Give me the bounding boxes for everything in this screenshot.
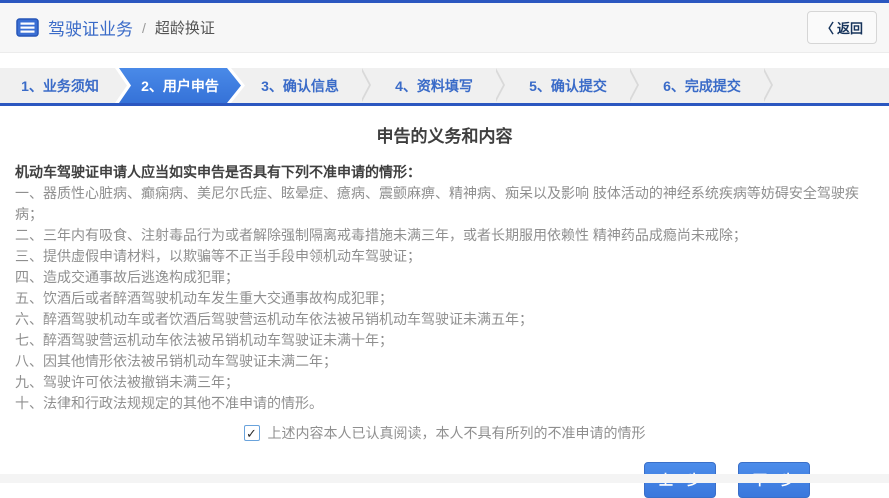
notice-item: 三、提供虚假申请材料，以欺骗等不正当手段申领机动车驾驶证； xyxy=(15,246,874,267)
step-1-business-notice[interactable]: 1、业务须知 xyxy=(0,68,120,103)
notice-item: 十、法律和行政法规规定的其他不准申请的情形。 xyxy=(15,393,874,414)
notice-item: 四、造成交通事故后逃逸构成犯罪； xyxy=(15,267,874,288)
step-3-confirm-info[interactable]: 3、确认信息 xyxy=(240,68,360,103)
page-title: 申告的义务和内容 xyxy=(15,127,874,147)
notice-item: 六、醉酒驾驶机动车或者饮酒后驾驶营运机动车依法被吊销机动车驾驶证未满五年； xyxy=(15,309,874,330)
step-separator-chevron xyxy=(628,68,642,103)
header-spacer xyxy=(0,53,889,68)
step-2-user-declaration[interactable]: 2、用户申告 xyxy=(115,68,245,103)
step-wizard: 1、业务须知 2、用户申告 3、确认信息 4、资料填写 5、确认提交 6、完成提… xyxy=(0,68,889,106)
back-chevron-icon: 〈 xyxy=(821,18,834,37)
step-5-confirm-submit[interactable]: 5、确认提交 xyxy=(508,68,628,103)
declaration-label: 上述内容本人已认真阅读，本人不具有所列的不准申请的情形 xyxy=(268,423,646,443)
notice-item: 五、饮酒后或者醉酒驾驶机动车发生重大交通事故构成犯罪； xyxy=(15,288,874,309)
notice-item: 二、三年内有吸食、注射毒品行为或者解除强制隔离戒毒措施未满三年，或者长期服用依赖… xyxy=(15,225,874,246)
footer-strip xyxy=(0,474,889,483)
back-button[interactable]: 〈 返回 xyxy=(807,11,877,44)
step-separator-chevron xyxy=(494,68,508,103)
breadcrumb: 驾驶证业务 / 超龄换证 〈 返回 xyxy=(0,3,889,53)
notice-item: 一、器质性心脏病、癫痫病、美尼尔氏症、眩晕症、癔病、震颤麻痹、精神病、痴呆以及影… xyxy=(15,183,874,225)
notice-intro: 机动车驾驶证申请人应当如实申告是否具有下列不准申请的情形： xyxy=(15,161,874,183)
breadcrumb-current: 超龄换证 xyxy=(155,17,215,38)
active-step-arrow: 2、用户申告 xyxy=(119,68,241,103)
step-6-complete-submit[interactable]: 6、完成提交 xyxy=(642,68,762,103)
breadcrumb-separator: / xyxy=(142,20,146,36)
declaration-row: ✓ 上述内容本人已认真阅读，本人不具有所列的不准申请的情形 xyxy=(15,423,874,443)
step-separator-chevron xyxy=(360,68,374,103)
step-separator-chevron xyxy=(762,68,776,103)
notice-item: 八、因其他情形依法被吊销机动车驾驶证未满二年； xyxy=(15,351,874,372)
breadcrumb-root[interactable]: 驾驶证业务 xyxy=(48,15,133,40)
main-content: 申告的义务和内容 机动车驾驶证申请人应当如实申告是否具有下列不准申请的情形： 一… xyxy=(0,127,889,498)
notice-item: 九、驾驶许可依法被撤销未满三年； xyxy=(15,372,874,393)
declaration-checkbox[interactable]: ✓ xyxy=(244,425,260,441)
list-document-icon xyxy=(16,18,39,37)
notice-item: 七、醉酒驾驶营运机动车依法被吊销机动车驾驶证未满十年； xyxy=(15,330,874,351)
back-button-label: 返回 xyxy=(837,18,863,37)
step-4-fill-materials[interactable]: 4、资料填写 xyxy=(374,68,494,103)
